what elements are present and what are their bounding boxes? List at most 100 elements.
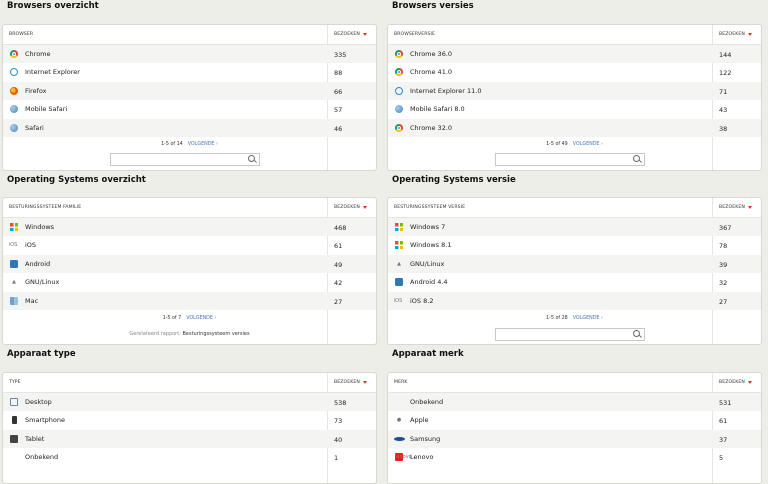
smartphone-icon [11, 416, 17, 425]
table-row[interactable]: iOS iOS 61 [3, 236, 376, 254]
table-row[interactable]: Mobile Safari 8.0 43 [388, 100, 761, 118]
table-row[interactable]: iOS iOS 8.2 27 [388, 291, 761, 310]
widget-title: Operating Systems overzicht [7, 175, 146, 185]
widget-browsers-overview: Browsers overzicht BROWSER BEZOEKEN Chro… [0, 0, 377, 171]
column-header-os-version[interactable]: BESTURINGSSYSTEEM VERSIE [394, 205, 465, 210]
column-header-browser-version[interactable]: BROWSERVERSIE [394, 32, 435, 37]
next-page-link[interactable]: VOLGENDE › [573, 316, 603, 321]
safari-globe-icon [10, 105, 18, 114]
row-label: Chrome 41.0 [410, 68, 453, 77]
sort-desc-icon [362, 33, 367, 36]
row-visits: 73 [334, 417, 343, 426]
column-header-os-family[interactable]: BESTURINGSSYSTEEM FAMILIE [9, 205, 81, 210]
row-visits: 66 [334, 87, 343, 96]
row-label: Windows 8.1 [410, 241, 452, 250]
row-visits: 27 [719, 297, 728, 306]
lenovo-icon: lenovo [395, 453, 412, 462]
table-row[interactable]: ▲ GNU/Linux 39 [388, 254, 761, 274]
related-report-link[interactable]: Besturingssysteem versies [182, 331, 249, 337]
table-row[interactable]: Windows 8.1 78 [388, 236, 761, 254]
widget-os-overview: Operating Systems overzicht BESTURINGSSY… [0, 174, 377, 345]
row-visits: 37 [719, 435, 728, 444]
column-header-visits[interactable]: BEZOEKEN [334, 205, 367, 210]
internet-explorer-icon [395, 86, 403, 95]
column-header-visits[interactable]: BEZOEKEN [334, 380, 367, 385]
table-row[interactable]: Internet Explorer 11.0 71 [388, 81, 761, 101]
table-row[interactable]: Desktop 538 [3, 393, 376, 412]
widget-os-version: Operating Systems versie BESTURINGSSYSTE… [385, 174, 762, 345]
linux-tux-icon: ▲ [12, 279, 16, 286]
row-label: GNU/Linux [410, 259, 445, 268]
table-row[interactable]: Android 49 [3, 254, 376, 274]
related-report: Gerelateerd rapport: Besturingssysteem v… [3, 331, 376, 337]
widget-title: Browsers overzicht [7, 1, 99, 11]
table-row[interactable]: ▲ GNU/Linux 42 [3, 273, 376, 291]
row-label: Apple [410, 416, 429, 425]
row-label: Onbekend [410, 398, 444, 406]
row-label: Smartphone [25, 416, 66, 425]
samsung-icon [393, 436, 405, 441]
table-row[interactable]: Tablet 40 [3, 429, 376, 449]
next-page-link[interactable]: VOLGENDE › [186, 316, 216, 321]
search-input[interactable] [495, 153, 645, 166]
search-icon[interactable] [633, 330, 640, 337]
column-header-visits[interactable]: BEZOEKEN [334, 32, 367, 37]
column-header-visits[interactable]: BEZOEKEN [719, 380, 752, 385]
column-header-brand[interactable]: MERK [394, 380, 407, 385]
internet-explorer-icon [10, 68, 18, 77]
safari-globe-icon [395, 105, 403, 114]
row-visits: 538 [334, 399, 347, 407]
table-row[interactable]: Chrome 32.0 38 [388, 118, 761, 137]
row-label: Safari [25, 123, 44, 132]
table-row[interactable]: Onbekend 531 [388, 393, 761, 412]
table-row[interactable]: Mobile Safari 57 [3, 100, 376, 118]
column-header-visits[interactable]: BEZOEKEN [719, 32, 752, 37]
table-row[interactable]: Samsung 37 [388, 429, 761, 449]
search-icon[interactable] [248, 155, 255, 162]
table-row[interactable]: Mac 27 [3, 291, 376, 310]
table-row[interactable]: Smartphone 73 [3, 411, 376, 429]
pagination-range: 1-5 of 7 [162, 316, 182, 321]
table-row[interactable]: Android 4.4 32 [388, 273, 761, 291]
table-row[interactable]: Windows 468 [3, 218, 376, 237]
table-row[interactable]: Onbekend 1 [3, 448, 376, 466]
row-label: Tablet [25, 434, 45, 443]
pagination: 1-5 of 7 VOLGENDE › [3, 316, 376, 321]
chrome-icon [395, 123, 403, 132]
next-page-link[interactable]: VOLGENDE › [188, 142, 218, 147]
table-row[interactable]: Safari 46 [3, 118, 376, 137]
table-row[interactable]: Windows 7 367 [388, 218, 761, 237]
search-input[interactable] [495, 328, 645, 341]
sort-desc-icon [747, 206, 752, 209]
row-visits: 122 [719, 69, 732, 78]
row-label: Mobile Safari [25, 105, 68, 114]
table-header: BESTURINGSSYSTEEM FAMILIE BEZOEKEN [3, 198, 376, 218]
row-visits: 46 [334, 124, 343, 133]
search-icon[interactable] [633, 155, 640, 162]
table-row[interactable]: Internet Explorer 88 [3, 63, 376, 81]
next-page-link[interactable]: VOLGENDE › [573, 142, 603, 147]
column-header-visits[interactable]: BEZOEKEN [719, 205, 752, 210]
widget-browser-versions: Browsers versies BROWSERVERSIE BEZOEKEN … [385, 0, 762, 171]
chrome-icon [395, 50, 403, 58]
widget-title: Apparaat merk [392, 349, 464, 359]
column-header-type[interactable]: TYPE [9, 380, 21, 385]
ios-icon: iOS [8, 242, 18, 249]
pagination: 1-5 of 14 VOLGENDE › [3, 142, 376, 147]
safari-globe-icon [10, 123, 18, 132]
row-visits: 39 [719, 260, 728, 269]
pagination: 1-5 of 49 VOLGENDE › [388, 142, 761, 147]
row-visits: 78 [719, 242, 728, 251]
related-report-label: Gerelateerd rapport: [129, 331, 181, 337]
sort-desc-icon [747, 33, 752, 36]
table-row[interactable]: Chrome 41.0 122 [388, 63, 761, 81]
column-header-browser[interactable]: BROWSER [9, 32, 33, 37]
table-row[interactable]: Chrome 335 [3, 45, 376, 64]
widget-card: BROWSERVERSIE BEZOEKEN Chrome 36.0 144 Chr… [387, 24, 762, 171]
sort-desc-icon [362, 206, 367, 209]
table-row[interactable]: Chrome 36.0 144 [388, 45, 761, 64]
table-row[interactable]: ● Apple 61 [388, 411, 761, 429]
table-row[interactable]: lenovo Lenovo 5 [388, 448, 761, 466]
search-input[interactable] [110, 153, 260, 166]
table-row[interactable]: Firefox 66 [3, 81, 376, 101]
